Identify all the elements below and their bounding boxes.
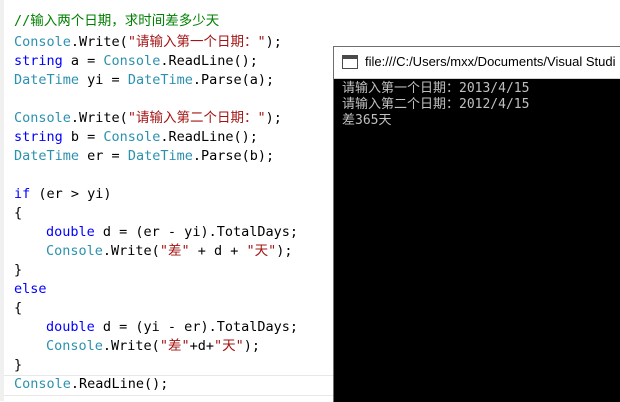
code-line-13[interactable]: Console.Write("差" + d + "天"); [46, 242, 293, 261]
code-token: "天" [246, 243, 277, 259]
code-token: .Write( [70, 110, 128, 126]
code-token: } [14, 262, 23, 278]
code-line-4[interactable]: DateTime yi = DateTime.Parse(a); [14, 71, 274, 90]
code-line-7[interactable]: string b = Console.ReadLine(); [14, 128, 258, 147]
code-token: d = (er - yi).TotalDays; [94, 224, 298, 240]
code-token: (er > yi) [30, 186, 112, 202]
code-line-19[interactable]: } [14, 356, 22, 375]
code-token: Console [14, 376, 71, 392]
code-token: double [46, 319, 95, 335]
code-line-18[interactable]: Console.Write("差"+d+"天"); [46, 337, 260, 356]
code-line-12[interactable]: double d = (er - yi).TotalDays; [46, 223, 298, 242]
code-token: string [14, 129, 63, 145]
code-token: b = [62, 129, 104, 145]
console-titlebar[interactable]: file:///C:/Users/mxx/Documents/Visual St… [334, 47, 620, 79]
code-token: d = (yi - er).TotalDays; [94, 319, 298, 335]
code-token: string [14, 53, 63, 69]
code-token: Console [103, 53, 161, 69]
code-token: "请输入第二个日期：" [127, 110, 266, 126]
code-token: ); [243, 338, 260, 354]
code-token: DateTime [14, 72, 80, 88]
code-token: DateTime [127, 72, 193, 88]
code-line-20[interactable]: Console.ReadLine(); [14, 375, 168, 394]
code-token: Console [14, 110, 71, 126]
code-line-3[interactable]: string a = Console.ReadLine(); [14, 52, 258, 71]
code-line-16[interactable]: { [14, 299, 22, 318]
console-line-3: 差365天 [342, 113, 392, 128]
code-token: ); [276, 243, 293, 259]
code-token: Console [14, 34, 71, 50]
code-token: Console [46, 338, 103, 354]
code-token: .ReadLine(); [70, 376, 169, 392]
code-token: "差" [159, 243, 190, 259]
console-output[interactable]: 请输入第一个日期：2013/4/15 请输入第二个日期：2012/4/15 差3… [342, 81, 617, 129]
code-token: double [46, 224, 95, 240]
code-token: +d+ [189, 338, 214, 354]
code-token: { [14, 300, 23, 316]
console-window[interactable]: file:///C:/Users/mxx/Documents/Visual St… [333, 46, 620, 402]
code-token: Console [46, 243, 103, 259]
code-token: if [14, 186, 31, 202]
editor-gutter [0, 0, 4, 401]
code-line-15[interactable]: else [14, 280, 47, 299]
code-line-11[interactable]: { [14, 204, 22, 223]
console-window-icon [342, 55, 358, 69]
code-token: { [14, 205, 23, 221]
code-token: ); [265, 34, 282, 50]
code-token: "差" [159, 338, 190, 354]
code-token: DateTime [127, 148, 193, 164]
code-token: a = [62, 53, 104, 69]
code-token: yi = [79, 72, 128, 88]
code-token: er = [79, 148, 128, 164]
code-line-2[interactable]: Console.Write("请输入第一个日期："); [14, 33, 282, 52]
code-token: else [14, 281, 47, 297]
code-token: .Write( [102, 338, 160, 354]
code-token: .ReadLine(); [160, 129, 258, 145]
code-line-14[interactable]: } [14, 261, 22, 280]
code-token: } [14, 357, 23, 373]
code-token: //输入两个日期，求时间差多少天 [14, 13, 220, 29]
console-line-2: 请输入第二个日期：2012/4/15 [342, 97, 530, 112]
code-token: "请输入第一个日期：" [127, 34, 266, 50]
code-token: DateTime [14, 148, 80, 164]
code-token: .Write( [102, 243, 160, 259]
code-token: .ReadLine(); [160, 53, 258, 69]
code-token: .Parse(a); [192, 72, 275, 88]
code-line-1[interactable]: //输入两个日期，求时间差多少天 [14, 12, 219, 31]
code-token: .Parse(b); [192, 148, 275, 164]
code-token: ); [265, 110, 282, 126]
code-line-6[interactable]: Console.Write("请输入第二个日期："); [14, 109, 282, 128]
code-token: + d + [189, 243, 247, 259]
code-line-17[interactable]: double d = (yi - er).TotalDays; [46, 318, 298, 337]
code-token: .Write( [70, 34, 128, 50]
console-line-1: 请输入第一个日期：2013/4/15 [342, 81, 530, 96]
code-line-8[interactable]: DateTime er = DateTime.Parse(b); [14, 147, 274, 166]
code-token: "天" [213, 338, 244, 354]
code-token: Console [103, 129, 161, 145]
console-title: file:///C:/Users/mxx/Documents/Visual St… [365, 54, 616, 69]
code-line-10[interactable]: if (er > yi) [14, 185, 112, 204]
